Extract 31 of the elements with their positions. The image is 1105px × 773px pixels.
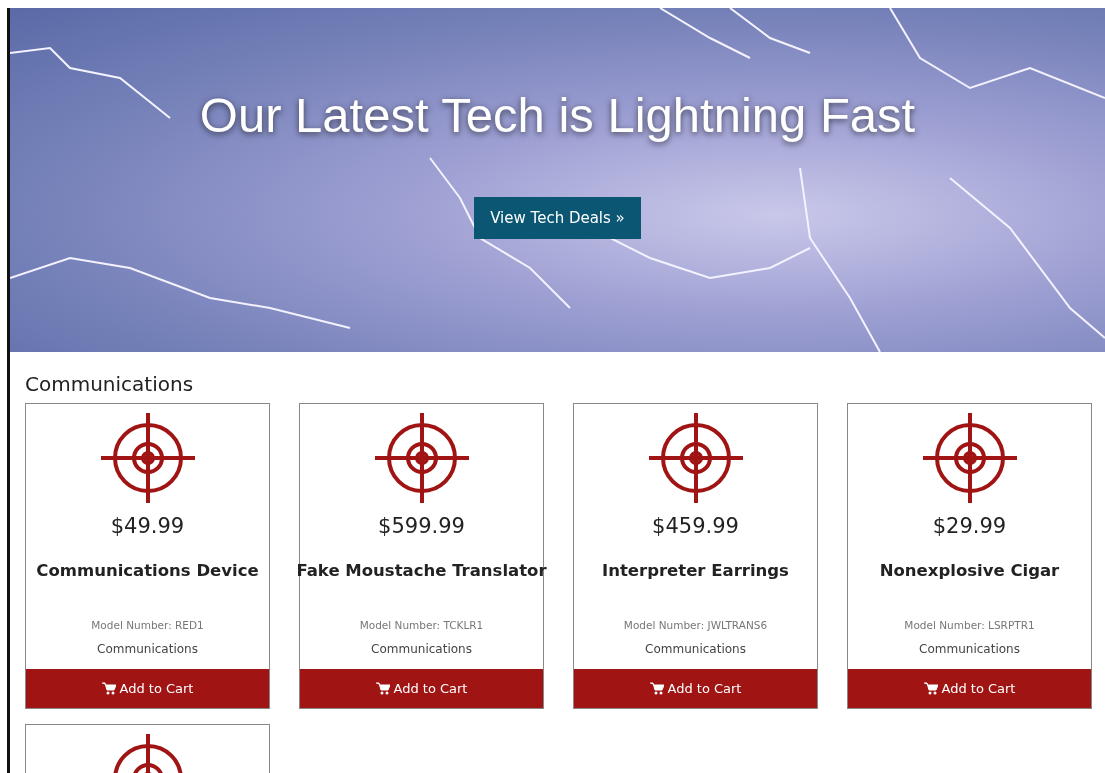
section-title: Communications bbox=[25, 372, 195, 396]
product-price: $29.99 bbox=[932, 513, 1007, 540]
model-number: Model Number: LSRPTR1 bbox=[904, 618, 1035, 634]
target-icon bbox=[646, 411, 745, 505]
product-name: Fake Moustache Translator bbox=[296, 559, 547, 582]
product-price: $49.99 bbox=[110, 513, 185, 540]
target-icon bbox=[920, 411, 1019, 505]
hero-title: Our Latest Tech is Lightning Fast bbox=[199, 87, 916, 144]
product-price: $599.99 bbox=[378, 513, 465, 540]
target-icon bbox=[98, 411, 197, 505]
cart-icon bbox=[375, 681, 390, 695]
model-number: Model Number: RED1 bbox=[91, 618, 204, 634]
product-category: Communications bbox=[645, 641, 746, 658]
add-to-cart-button[interactable]: Add to Cart bbox=[848, 668, 1091, 708]
target-icon bbox=[372, 411, 471, 505]
cart-icon bbox=[923, 681, 938, 695]
product-name: Interpreter Earrings bbox=[602, 559, 789, 582]
model-number: Model Number: TCKLR1 bbox=[359, 618, 484, 634]
add-to-cart-button[interactable]: Add to Cart bbox=[26, 668, 269, 708]
product-name: Nonexplosive Cigar bbox=[879, 559, 1060, 582]
product-category: Communications bbox=[371, 641, 472, 658]
product-category: Communications bbox=[97, 641, 198, 658]
product-name: Communications Device bbox=[36, 559, 259, 582]
add-to-cart-button[interactable]: Add to Cart bbox=[574, 668, 817, 708]
add-to-cart-button[interactable]: Add to Cart bbox=[300, 668, 543, 708]
product-price: $459.99 bbox=[652, 513, 739, 540]
view-deals-button[interactable]: View Tech Deals » bbox=[474, 196, 641, 240]
cart-icon bbox=[101, 681, 116, 695]
product-category: Communications bbox=[919, 641, 1020, 658]
model-number: Model Number: JWLTRANS6 bbox=[623, 618, 768, 634]
cart-icon bbox=[649, 681, 664, 695]
